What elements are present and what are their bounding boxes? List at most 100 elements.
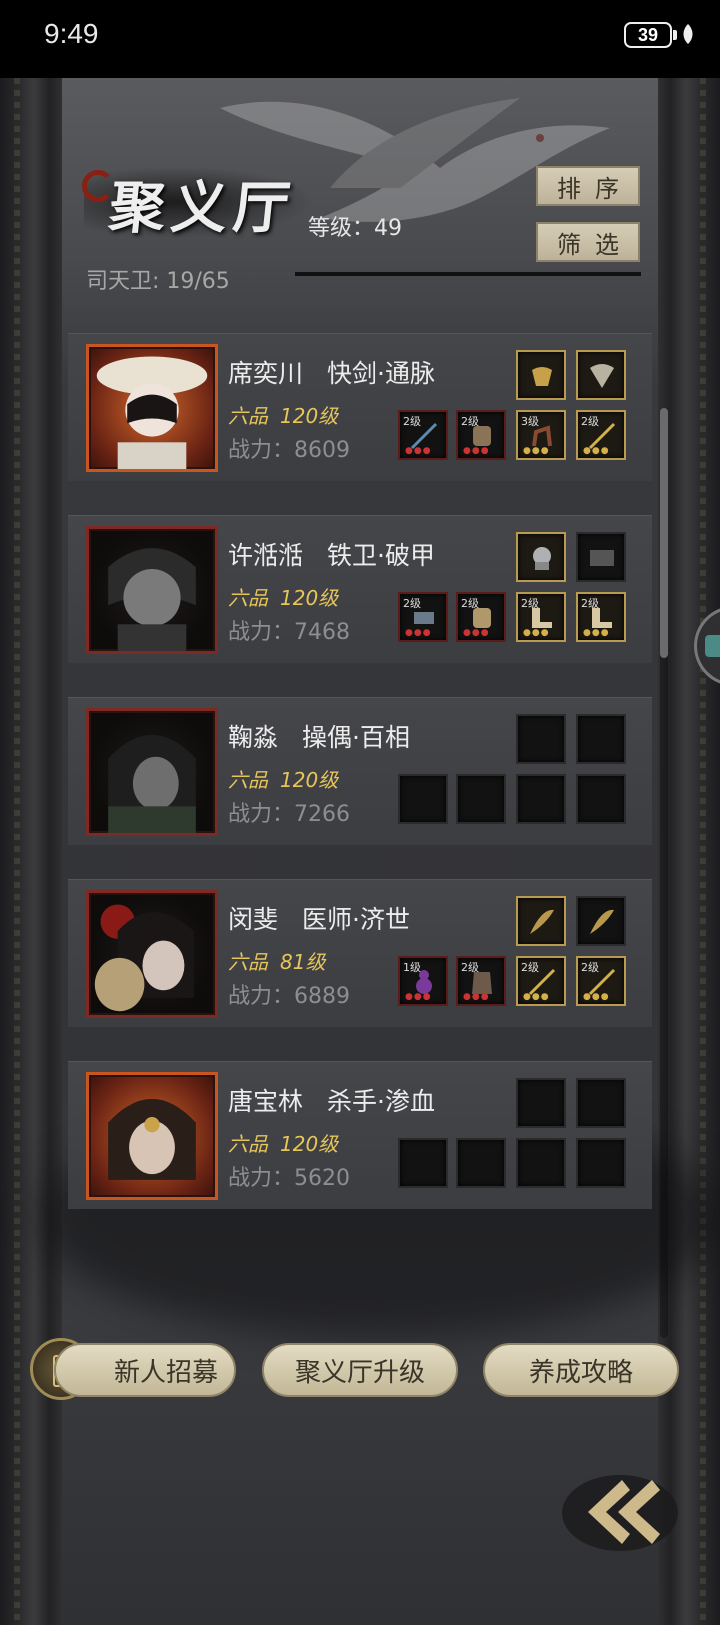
hero-card[interactable]: 唐宝林 杀手·渗血 六品 120级 战力：5620 [68, 1061, 652, 1209]
title-divider [295, 272, 641, 276]
artifact-slot[interactable] [576, 532, 626, 582]
status-time: 9:49 [44, 18, 99, 49]
hero-grade-line: 六品 120级 [228, 400, 338, 429]
hero-name: 闵斐 [228, 905, 279, 934]
slot-gems: ●●● [463, 628, 490, 638]
slot-gems: ●●● [523, 446, 550, 456]
hero-class: 杀手·渗血 [327, 1087, 435, 1116]
hero-portrait[interactable] [86, 1072, 218, 1200]
hero-portrait[interactable] [86, 890, 218, 1018]
fan-icon [590, 364, 614, 388]
hero-portrait[interactable] [86, 344, 218, 472]
back-arrow-icon[interactable] [560, 1458, 680, 1558]
hero-power: 战力：7266 [228, 802, 350, 827]
slot-gems: ●●● [405, 628, 432, 638]
equipment-slot-empty[interactable] [576, 1138, 626, 1188]
equipment-slot-empty[interactable] [456, 774, 506, 824]
hero-grade-line: 六品 120级 [228, 1128, 338, 1157]
equipment-slot[interactable]: 2级 ●●● [398, 410, 448, 460]
lion-icon [533, 547, 551, 570]
hero-level: 120级 [280, 768, 339, 792]
hero-card[interactable]: 许湉湉 铁卫·破甲 六品 120级 战力：7468 2级 ●●● 2级 ●●● 2级 ●●… [68, 515, 652, 663]
hero-class: 操偶·百相 [302, 723, 410, 752]
slot-gems: ●●● [463, 446, 490, 456]
equipment-slot[interactable]: 2级 ●●● [456, 956, 506, 1006]
equipment-slot[interactable]: 2级 ●●● [576, 956, 626, 1006]
hero-class: 快剑·通脉 [327, 359, 435, 388]
hero-class: 铁卫·破甲 [327, 541, 435, 570]
page-title: 聚义厅 [106, 175, 299, 241]
hero-name-line: 唐宝林 杀手·渗血 [228, 1082, 435, 1118]
slot-gems: ●●● [463, 992, 490, 1002]
slot-gems: ●●● [405, 992, 432, 1002]
equipment-slot[interactable]: 1级 ●●● [398, 956, 448, 1006]
artifact-slot[interactable] [516, 350, 566, 400]
hero-power: 战力：6889 [228, 984, 350, 1009]
hero-portrait[interactable] [86, 708, 218, 836]
slot-gems: ●●● [405, 446, 432, 456]
hero-class: 医师·济世 [302, 905, 410, 934]
hero-level: 120级 [280, 586, 339, 610]
hero-name-line: 许湉湉 铁卫·破甲 [228, 536, 435, 572]
hero-card[interactable]: 闵斐 医师·济世 六品 81级 战力：6889 1级 ●●● 2级 ●●● 2级 ●●● … [68, 879, 652, 1027]
equipment-slot-empty[interactable] [398, 774, 448, 824]
artifact-slot-empty[interactable] [576, 714, 626, 764]
equipment-slot-empty[interactable] [516, 1138, 566, 1188]
hero-name-line: 席奕川 快剑·通脉 [228, 354, 435, 390]
hero-card[interactable]: 席奕川 快剑·通脉 六品 120级 战力：8609 2级 ●●● 2级 ●●● 3级 ●●… [68, 333, 652, 481]
seal-mark [82, 170, 114, 202]
artifact-slot[interactable] [576, 896, 626, 946]
growth-guide-button[interactable]: 养成攻略 [483, 1343, 679, 1397]
equipment-slot[interactable]: 2级 ●●● [456, 410, 506, 460]
slot-gems: ●●● [583, 446, 610, 456]
equipment-slot[interactable]: 2级 ●●● [576, 410, 626, 460]
equipment-slot[interactable]: 2级 ●●● [516, 956, 566, 1006]
equipment-slot[interactable]: 2级 ●●● [456, 592, 506, 642]
equipment-slot-empty[interactable] [516, 774, 566, 824]
battery-icon: 39 [624, 22, 672, 48]
status-bar: 9:49 39 [0, 0, 720, 78]
hero-portrait[interactable] [86, 526, 218, 654]
hero-level: 120级 [280, 404, 339, 428]
equipment-slot-empty[interactable] [456, 1138, 506, 1188]
equipment-slot[interactable]: 2级 ●●● [398, 592, 448, 642]
equipment-slot[interactable]: 2级 ●●● [576, 592, 626, 642]
artifact-slot-empty[interactable] [516, 1078, 566, 1128]
artifact-slot[interactable] [516, 896, 566, 946]
game-screen: 聚义厅 等级：49 司天卫: 19/65 排序 筛选 席奕川 快剑·通脉 六品 12… [0, 78, 720, 1625]
hero-grade-line: 六品 120级 [228, 764, 338, 793]
pot-icon [532, 367, 552, 386]
hero-grade: 六品 [228, 404, 268, 428]
slot-gems: ●●● [523, 992, 550, 1002]
feather-icon [530, 909, 554, 934]
equipment-slot[interactable]: 2级 ●●● [516, 592, 566, 642]
recruit-button[interactable]: 新人招募 [54, 1343, 236, 1397]
battery-tip [673, 30, 677, 40]
hero-power: 战力：8609 [228, 438, 350, 463]
artifact-slot[interactable] [576, 350, 626, 400]
hero-name: 唐宝林 [228, 1087, 304, 1116]
artifact-slot[interactable] [516, 532, 566, 582]
feather-icon [590, 909, 614, 934]
hero-card[interactable]: 鞠淼 操偶·百相 六品 120级 战力：7266 [68, 697, 652, 845]
equipment-slot[interactable]: 3级 ●●● [516, 410, 566, 460]
sort-button[interactable]: 排序 [536, 166, 640, 206]
slot-gems: ●●● [583, 992, 610, 1002]
artifact-slot-empty[interactable] [576, 1078, 626, 1128]
scrollbar-thumb[interactable] [660, 408, 668, 658]
guard-count: 司天卫: 19/65 [86, 269, 230, 294]
hero-grade: 六品 [228, 768, 268, 792]
hero-grade-line: 六品 120级 [228, 582, 338, 611]
equipment-slot-empty[interactable] [576, 774, 626, 824]
hero-grade-line: 六品 81级 [228, 946, 325, 975]
equipment-slot-empty[interactable] [398, 1138, 448, 1188]
hero-name: 鞠淼 [228, 723, 279, 752]
hall-upgrade-button[interactable]: 聚义厅升级 [262, 1343, 458, 1397]
hero-name: 席奕川 [228, 359, 304, 388]
filter-button[interactable]: 筛选 [536, 222, 640, 262]
hero-grade: 六品 [228, 1132, 268, 1156]
artifact-slot-empty[interactable] [516, 714, 566, 764]
hero-name-line: 闵斐 医师·济世 [228, 900, 410, 936]
slot-gems: ●●● [583, 628, 610, 638]
hall-level: 等级：49 [308, 216, 402, 241]
